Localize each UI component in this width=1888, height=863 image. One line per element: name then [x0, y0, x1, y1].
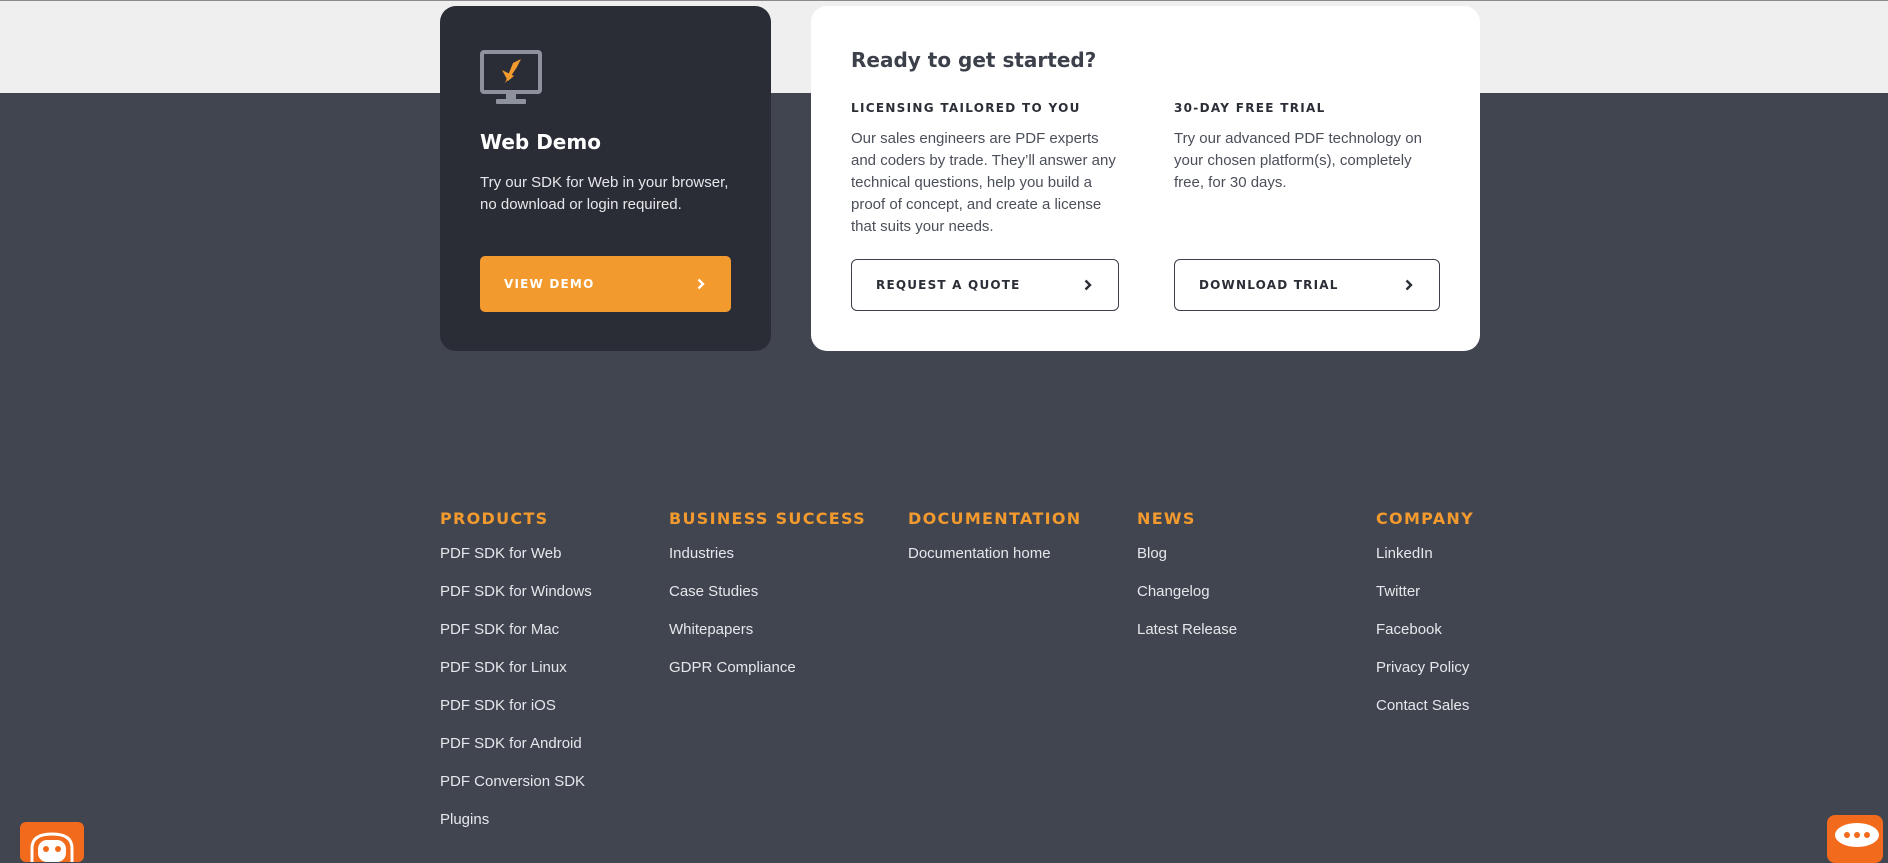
- footer-company-list: LinkedIn Twitter Facebook Privacy Policy…: [1376, 544, 1474, 734]
- request-quote-label: REQUEST A QUOTE: [876, 278, 1021, 292]
- web-demo-title: Web Demo: [480, 130, 601, 154]
- footer-link[interactable]: Industries: [669, 544, 866, 582]
- footer-link[interactable]: LinkedIn: [1376, 544, 1474, 582]
- footer-link[interactable]: Facebook: [1376, 620, 1474, 658]
- footer-link[interactable]: PDF SDK for Mac: [440, 620, 592, 658]
- chatbot-icon: [30, 832, 74, 862]
- web-demo-card: Web Demo Try our SDK for Web in your bro…: [440, 6, 771, 351]
- chat-bubble-icon: [1835, 823, 1879, 847]
- download-trial-label: DOWNLOAD TRIAL: [1199, 278, 1339, 292]
- footer-link[interactable]: Case Studies: [669, 582, 866, 620]
- get-started-card: Ready to get started? LICENSING TAILORED…: [811, 6, 1480, 351]
- chatbot-launcher-button[interactable]: [20, 822, 84, 862]
- footer-link[interactable]: Latest Release: [1137, 620, 1237, 658]
- trial-heading: 30-DAY FREE TRIAL: [1174, 101, 1326, 115]
- footer-heading-company: COMPANY: [1376, 509, 1474, 528]
- get-started-title: Ready to get started?: [851, 48, 1097, 72]
- footer-link[interactable]: Privacy Policy: [1376, 658, 1474, 696]
- footer-link[interactable]: Whitepapers: [669, 620, 866, 658]
- chevron-right-icon: [1084, 279, 1092, 291]
- footer-link[interactable]: Contact Sales: [1376, 696, 1474, 734]
- licensing-column: LICENSING TAILORED TO YOU Our sales engi…: [851, 100, 1121, 238]
- chat-launcher-button[interactable]: [1827, 815, 1883, 863]
- footer-documentation-list: Documentation home: [908, 544, 1081, 582]
- footer-link[interactable]: PDF SDK for Android: [440, 734, 592, 772]
- footer-news-column: NEWS Blog Changelog Latest Release: [1137, 507, 1237, 658]
- footer-link[interactable]: PDF SDK for Linux: [440, 658, 592, 696]
- footer-link[interactable]: PDF SDK for Web: [440, 544, 592, 582]
- download-trial-button[interactable]: DOWNLOAD TRIAL: [1174, 259, 1440, 311]
- licensing-heading: LICENSING TAILORED TO YOU: [851, 101, 1081, 115]
- footer-products-list: PDF SDK for Web PDF SDK for Windows PDF …: [440, 544, 592, 848]
- footer-heading-news: NEWS: [1137, 509, 1196, 528]
- view-demo-button[interactable]: VIEW DEMO: [480, 256, 731, 312]
- footer-products-column: PRODUCTS PDF SDK for Web PDF SDK for Win…: [440, 507, 592, 848]
- footer-link[interactable]: PDF SDK for Windows: [440, 582, 592, 620]
- footer-heading-documentation: DOCUMENTATION: [908, 509, 1082, 528]
- request-quote-button[interactable]: REQUEST A QUOTE: [851, 259, 1119, 311]
- footer-heading-business: BUSINESS SUCCESS: [669, 509, 866, 528]
- footer-news-list: Blog Changelog Latest Release: [1137, 544, 1237, 658]
- footer-link[interactable]: GDPR Compliance: [669, 658, 866, 696]
- footer-link[interactable]: Twitter: [1376, 582, 1474, 620]
- footer-link[interactable]: Blog: [1137, 544, 1237, 582]
- footer-company-column: COMPANY LinkedIn Twitter Facebook Privac…: [1376, 507, 1474, 734]
- footer-link[interactable]: PDF SDK for iOS: [440, 696, 592, 734]
- footer-link[interactable]: Documentation home: [908, 544, 1081, 582]
- monitor-icon: [480, 50, 542, 104]
- view-demo-label: VIEW DEMO: [504, 277, 595, 291]
- footer-link[interactable]: Plugins: [440, 810, 592, 848]
- footer-link[interactable]: PDF Conversion SDK: [440, 772, 592, 810]
- trial-text: Try our advanced PDF technology on your …: [1174, 130, 1422, 191]
- web-demo-description: Try our SDK for Web in your browser, no …: [480, 174, 729, 213]
- footer-heading-products: PRODUCTS: [440, 509, 549, 528]
- trial-column: 30-DAY FREE TRIAL Try our advanced PDF t…: [1174, 100, 1440, 194]
- footer-link[interactable]: Changelog: [1137, 582, 1237, 620]
- footer-business-column: BUSINESS SUCCESS Industries Case Studies…: [669, 507, 866, 696]
- footer-documentation-column: DOCUMENTATION Documentation home: [908, 507, 1081, 582]
- footer-business-list: Industries Case Studies Whitepapers GDPR…: [669, 544, 866, 696]
- chevron-right-icon: [697, 278, 705, 290]
- licensing-text: Our sales engineers are PDF experts and …: [851, 130, 1116, 235]
- chevron-right-icon: [1405, 279, 1413, 291]
